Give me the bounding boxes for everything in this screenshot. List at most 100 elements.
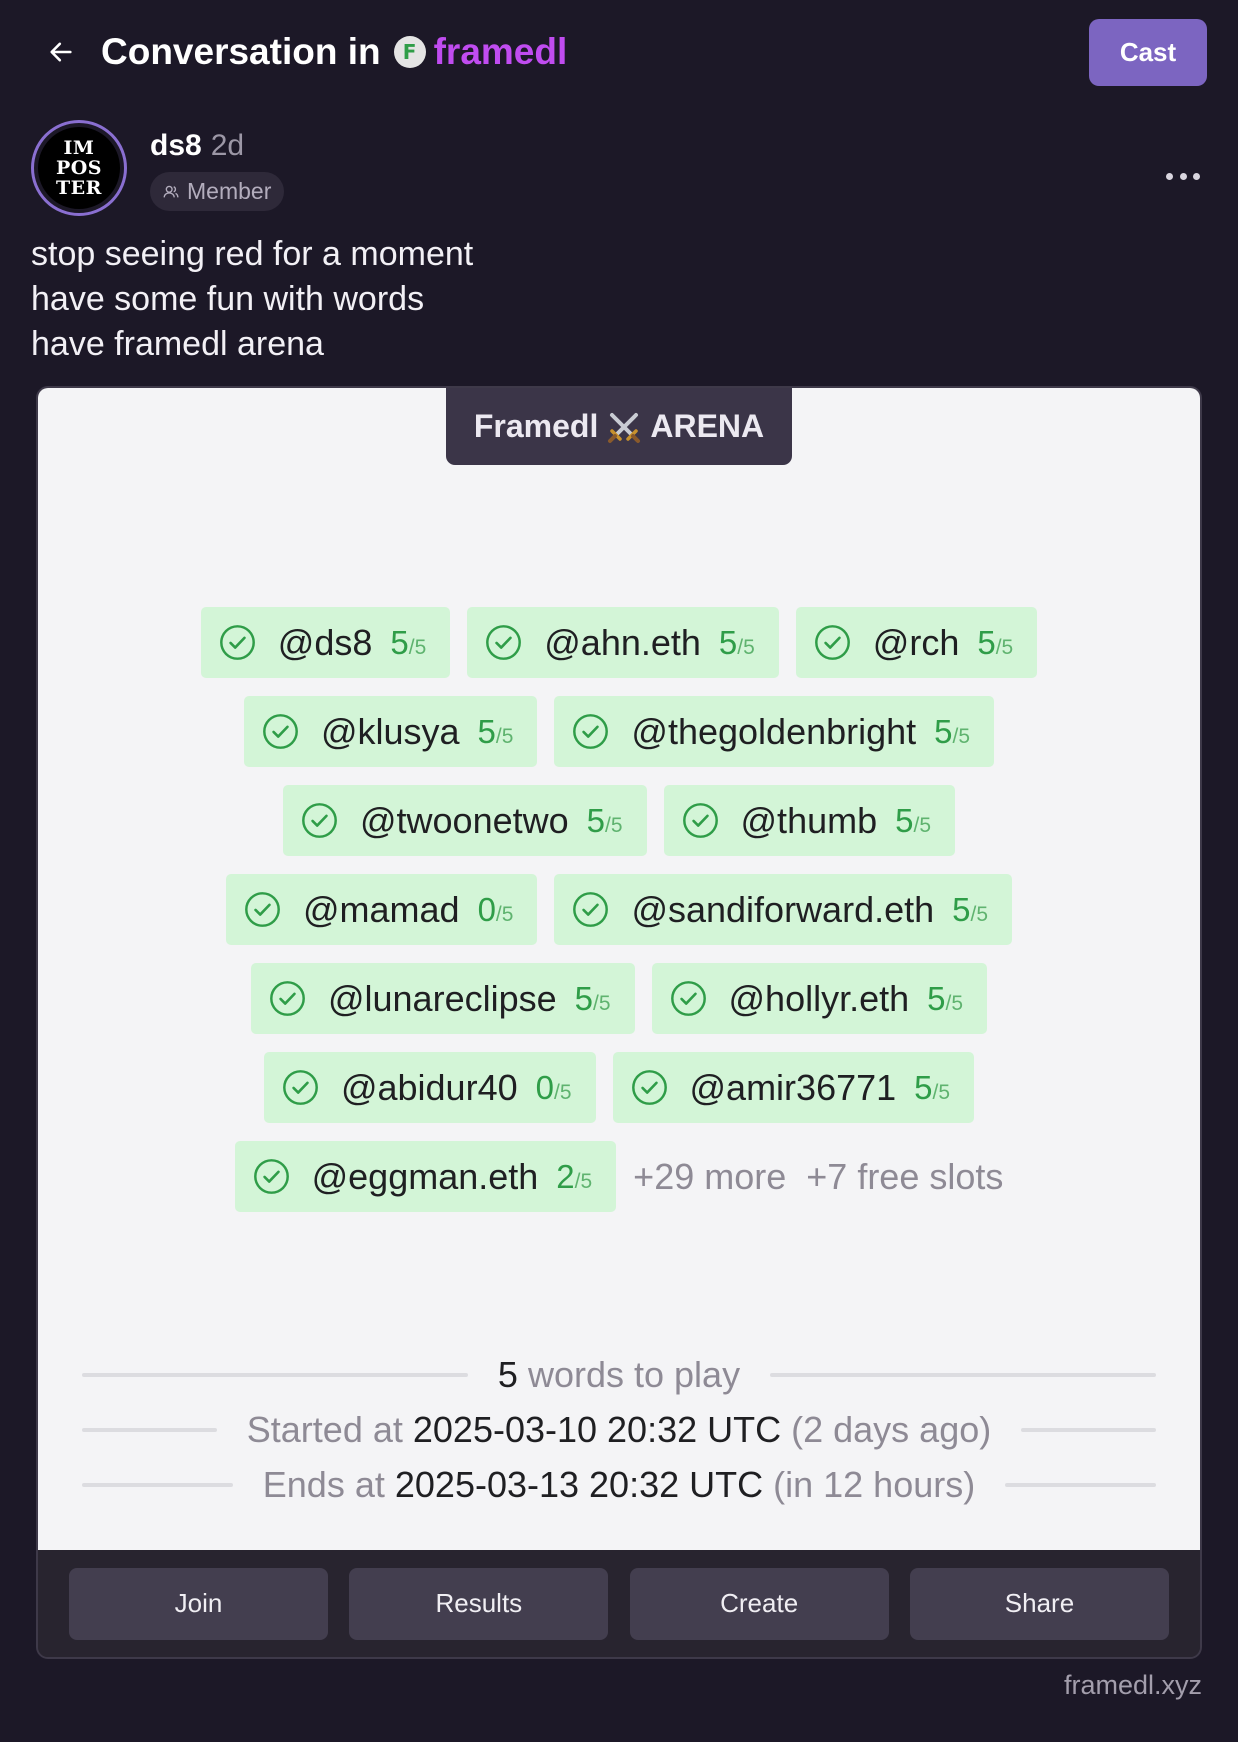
cast-button[interactable]: Cast [1089,19,1207,86]
words-label: words to play [527,1354,741,1395]
ends-text: Ends at 2025-03-13 20:32 UTC (in 12 hour… [263,1464,975,1506]
post-body: stop seeing red for a moment have some f… [31,232,473,367]
player-score-total: /5 [995,635,1014,659]
player-score: 5/5 [977,624,1013,662]
player-handle: @ahn.eth [544,621,701,663]
player-score-total: /5 [952,724,971,748]
divider-line [82,1428,217,1432]
player-score-total: /5 [553,1080,572,1104]
divider-line [1021,1428,1156,1432]
started-row: Started at 2025-03-10 20:32 UTC (2 days … [82,1409,1156,1451]
avatar-image: IM POS TER [38,127,120,209]
banner-title: Framedl [473,408,599,444]
framedl-channel-icon: F [393,36,426,68]
create-button[interactable]: Create [629,1567,889,1640]
player-score-value: 5 [895,801,914,839]
player-score-total: /5 [592,991,611,1015]
post-text-line: have some fun with words [31,280,425,318]
words-row: 5 words to play [82,1354,1156,1396]
channel-link[interactable]: framedl [434,31,568,73]
player-score-value: 5 [390,623,409,661]
member-badge: Member [150,172,285,211]
join-button[interactable]: Join [69,1567,328,1640]
free-slots-count: +7 free slots [806,1155,1004,1197]
avatar-text-line: POS [55,157,103,179]
share-button[interactable]: Share [909,1567,1169,1640]
started-at: 2025-03-10 20:32 UTC [412,1409,782,1450]
check-circle-icon [302,803,337,838]
player-pill: @twoonetwo 5/5 [282,785,647,856]
player-score: 5/5 [927,980,963,1018]
player-score-total: /5 [913,813,931,837]
player-handle: @thegoldenbright [631,710,917,752]
round-info: 5 words to play Started at 2025-03-10 20… [82,1354,1156,1506]
player-score: 5/5 [719,624,755,662]
pill-row: @twoonetwo 5/5 @thumb 5/5 [38,785,1200,856]
check-circle-icon [219,625,255,660]
player-score: 2/5 [556,1158,592,1196]
check-circle-icon [814,625,850,660]
check-circle-icon [245,892,280,927]
player-pill: @abidur40 0/5 [263,1052,596,1123]
player-score-total: /5 [945,991,964,1015]
check-circle-icon [573,714,609,749]
post-text-line: stop seeing red for a moment [31,235,474,273]
back-button[interactable] [45,36,77,68]
player-handle: @lunareclipse [327,977,557,1019]
more-horizontal-icon[interactable] [1164,168,1202,184]
player-score-total: /5 [495,724,514,748]
started-prefix: Started at [246,1409,403,1450]
player-score-value: 0 [477,890,496,928]
results-button[interactable]: Results [349,1567,609,1640]
arena-banner: Framedl ARENA [446,388,792,465]
divider-line [1005,1483,1156,1487]
frame-domain-link[interactable]: framedl.xyz [1064,1670,1202,1701]
player-handle: @rch [872,621,960,663]
avatar-text-line: IM [63,137,95,159]
player-score-total: /5 [408,635,427,659]
player-score-value: 0 [535,1068,554,1106]
ends-at: 2025-03-13 20:32 UTC [394,1464,764,1505]
player-handle: @mamad [302,888,460,930]
check-circle-icon [631,1070,667,1105]
player-score-total: /5 [495,902,514,926]
started-relative: (2 days ago) [791,1409,992,1450]
player-pill: @ds8 5/5 [200,607,451,678]
ends-prefix: Ends at [262,1464,385,1505]
check-circle-icon [486,625,522,660]
player-pill: @amir36771 5/5 [612,1052,975,1123]
check-circle-icon [670,981,706,1016]
player-handle: @sandiforward.eth [631,888,935,930]
page-title-text: Conversation in [101,31,381,72]
player-handle: @ds8 [277,621,373,663]
post-timestamp: 2d [210,129,245,162]
author-name[interactable]: ds8 [150,129,202,163]
player-pill: @sandiforward.eth 5/5 [554,874,1013,945]
members-icon [163,185,179,197]
more-players-count: +29 more [633,1155,787,1197]
started-text: Started at 2025-03-10 20:32 UTC (2 days … [247,1409,991,1451]
ends-relative: (in 12 hours) [773,1464,976,1505]
player-handle: @thumb [740,799,878,841]
player-handle: @klusya [320,710,460,752]
frame-button-bar: Join Results Create Share [38,1550,1200,1657]
player-score-total: /5 [605,813,623,837]
player-score-value: 5 [914,1068,933,1106]
player-score-total: /5 [737,635,755,659]
author-row: ds8 2d [150,128,244,164]
divider-line [770,1373,1156,1377]
player-score-value: 5 [977,623,996,661]
banner-subtitle: ARENA [650,408,765,444]
check-circle-icon [263,714,298,749]
player-pill: @eggman.eth 2/5 [234,1141,617,1212]
player-pill: @klusya 5/5 [243,696,538,767]
player-score-total: /5 [970,902,989,926]
check-circle-icon [283,1070,318,1105]
player-handle: @eggman.eth [311,1155,539,1197]
player-score: 5/5 [587,802,623,840]
words-text: 5 words to play [498,1354,740,1396]
player-score-value: 5 [927,979,946,1017]
player-handle: @abidur40 [340,1066,518,1108]
player-score: 5/5 [575,980,611,1018]
avatar[interactable]: IM POS TER [31,120,127,216]
